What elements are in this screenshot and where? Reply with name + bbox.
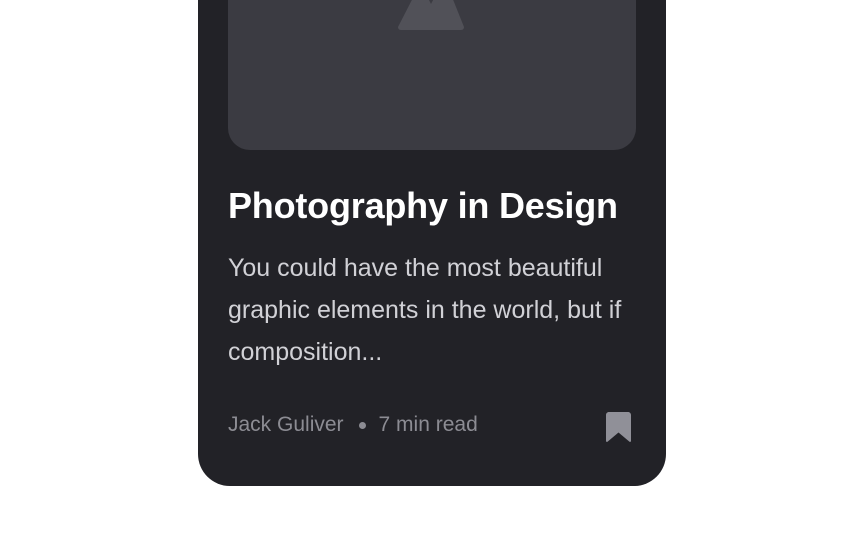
- article-meta: Jack Guliver 7 min read: [228, 410, 478, 440]
- article-image-placeholder: [228, 0, 636, 150]
- article-title: Photography in Design: [228, 185, 618, 226]
- author-name: Jack Guliver: [228, 413, 344, 436]
- bookmark-button[interactable]: [602, 410, 634, 444]
- read-time: 7 min read: [378, 413, 478, 436]
- bookmark-icon: [605, 412, 631, 442]
- article-card[interactable]: Photography in Design You could have the…: [198, 0, 666, 486]
- image-placeholder-icon: [398, 0, 464, 30]
- article-excerpt: You could have the most beautiful graphi…: [228, 254, 622, 366]
- separator-dot: [358, 421, 366, 429]
